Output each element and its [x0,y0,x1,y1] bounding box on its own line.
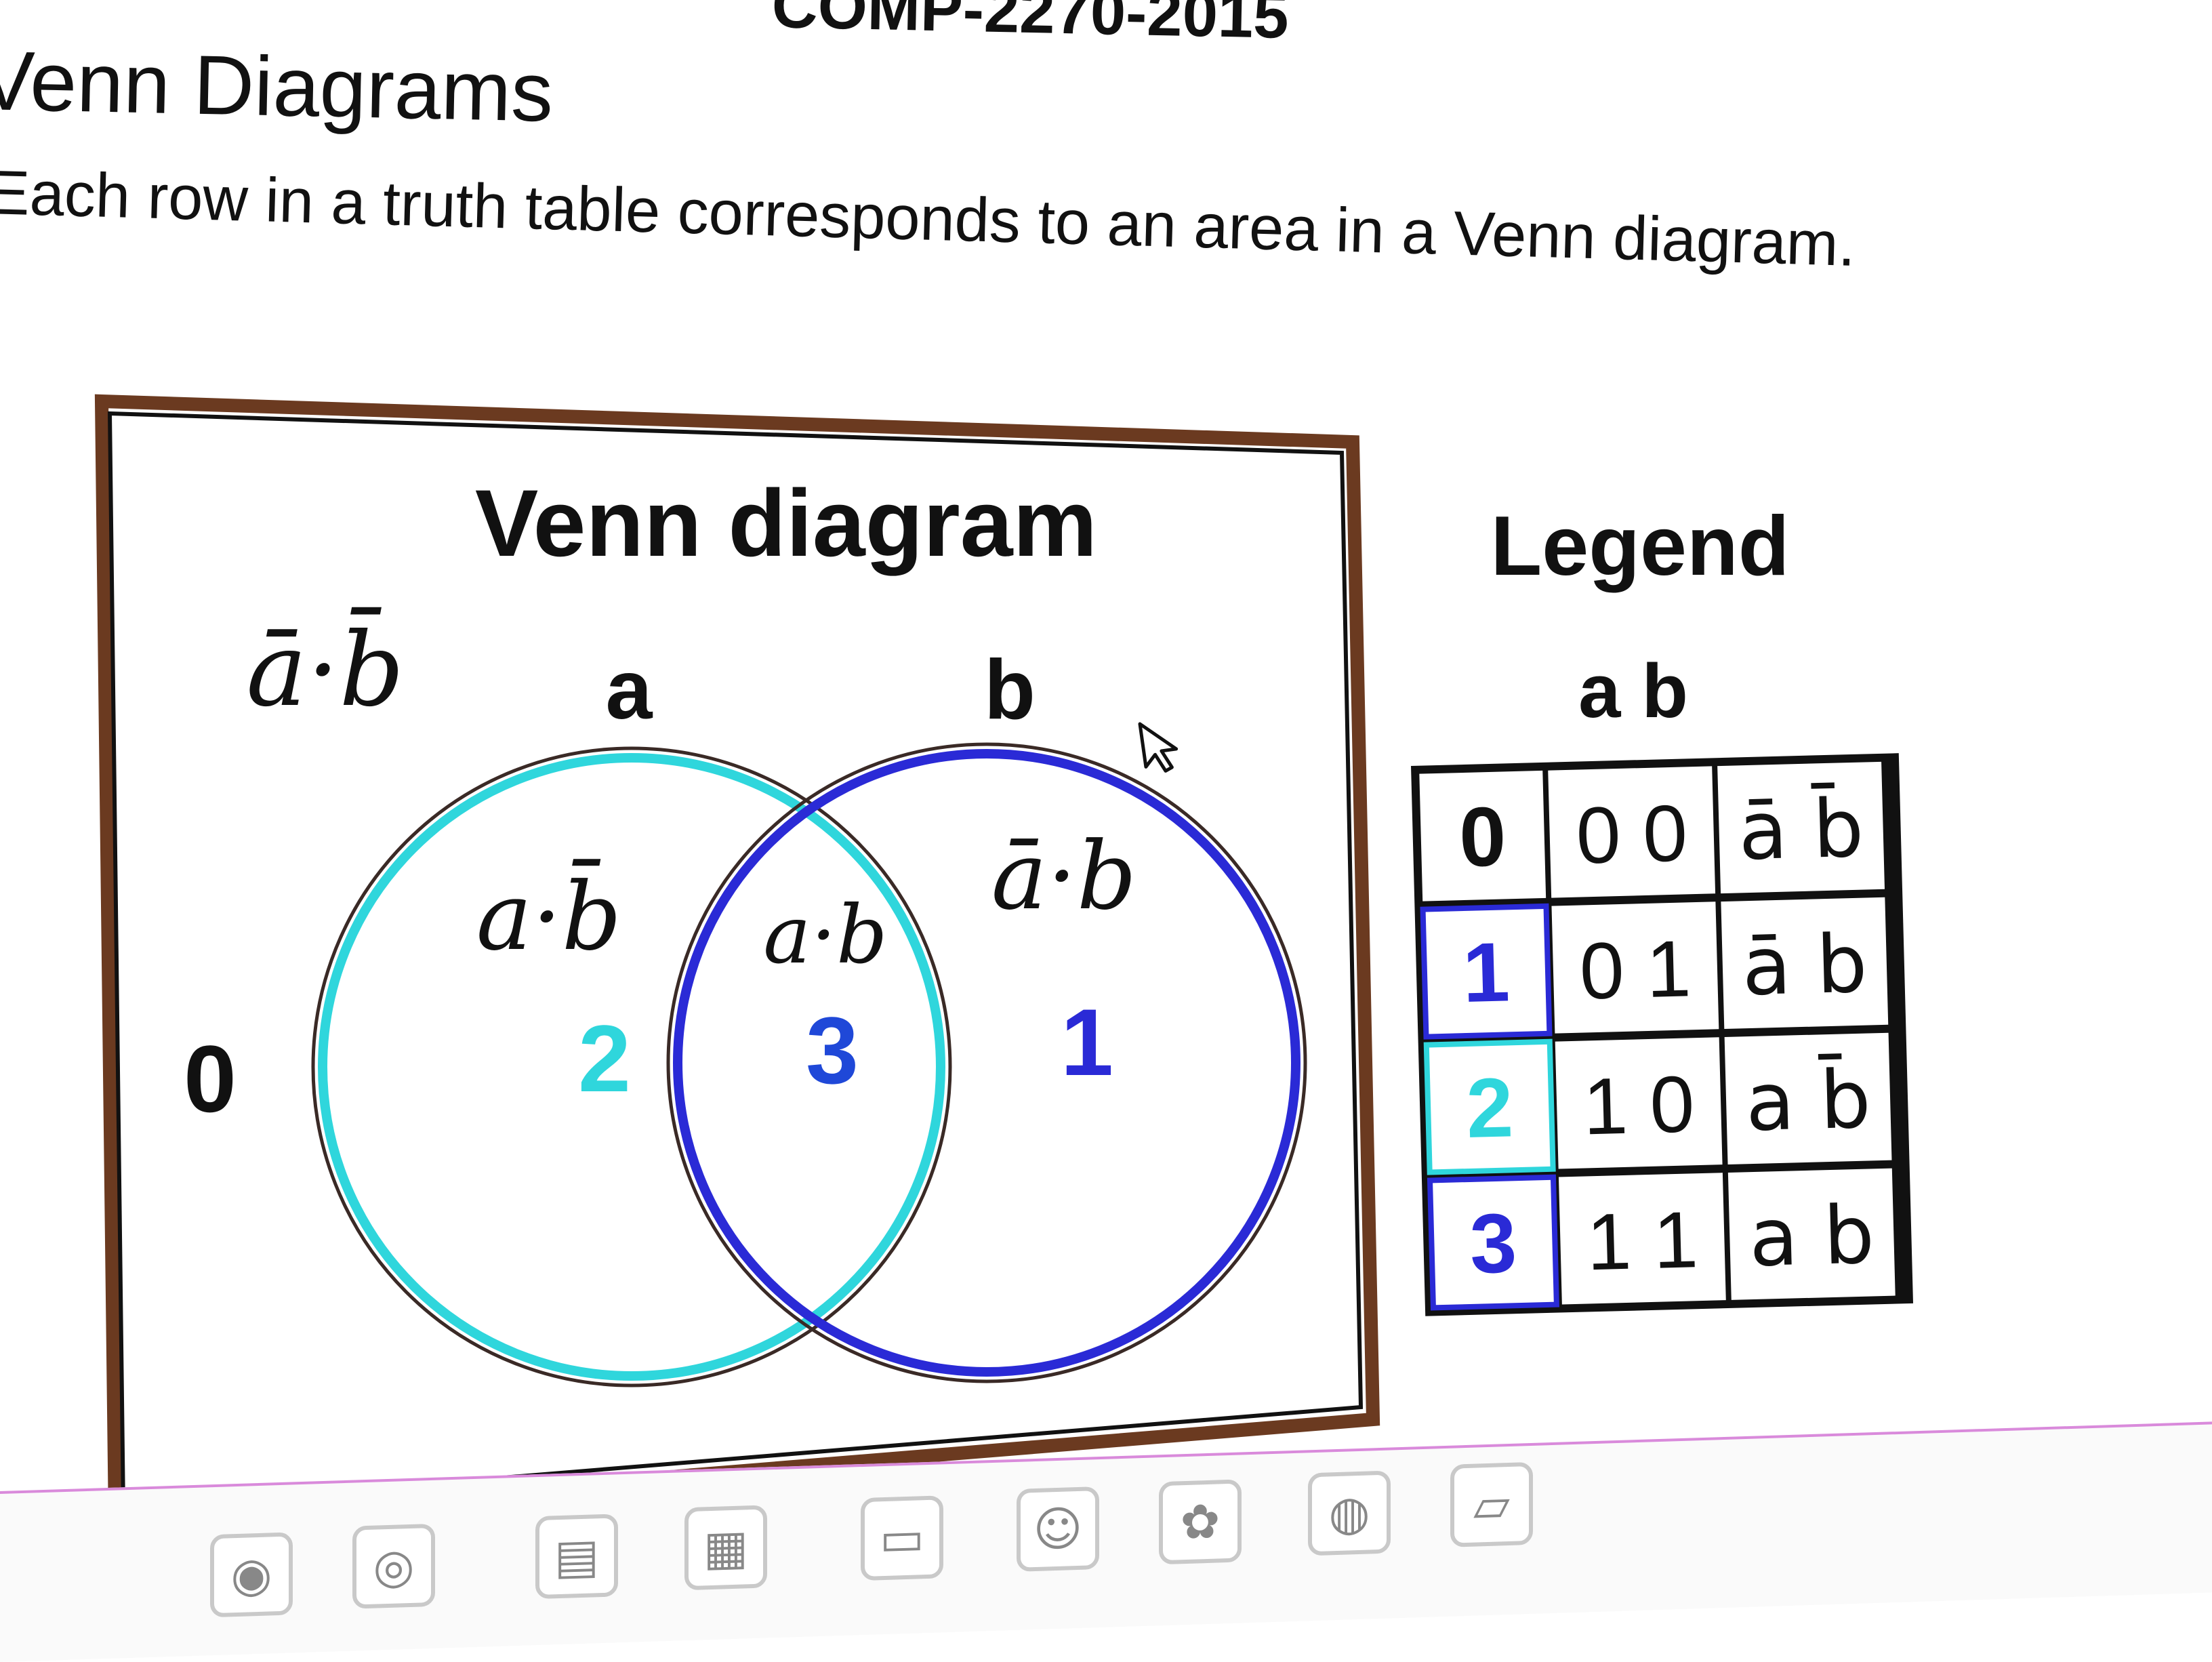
note-outside: ā·b̄ [246,607,404,729]
legend-bits-text: 1 0 [1582,1059,1696,1152]
drive-icon[interactable]: ▱ [1450,1461,1533,1547]
region-both-number: 3 [806,997,859,1103]
legend-term-text: ā b [1741,917,1868,1014]
venn-figure: Venn diagram a b 0 2 3 1 ā·b̄ a·b̄ a·b ā… [94,394,1914,1530]
region-a-only-number: 2 [578,1005,631,1112]
firefox-icon[interactable]: ◎ [352,1523,435,1609]
files-icon[interactable]: ▤ [535,1514,618,1600]
legend-bits-text: 0 0 [1575,788,1688,880]
set-b-label: b [984,643,1036,737]
chrome-icon[interactable]: ◉ [210,1532,293,1618]
legend-table: 0 0 0 ā b̄ 1 0 1 ā b 2 1 0 a b̄ 3 1 1 a b [1411,753,1914,1316]
note-both: a·b [763,888,887,981]
region-outside-number: 0 [184,1026,237,1132]
notes-icon[interactable]: ▦ [684,1505,767,1591]
legend-area-text: 0 [1458,790,1508,885]
legend-area-text: 2 [1465,1061,1515,1156]
legend-term-text: a b [1748,1188,1875,1284]
settings-icon[interactable]: ✿ [1159,1479,1242,1565]
photos-icon[interactable]: ◍ [1308,1470,1391,1556]
region-b-only-number: 1 [1061,989,1113,1095]
legend-area-text: 3 [1469,1196,1518,1291]
note-b-only: ā·b [991,822,1136,931]
legend-header: a b [1578,649,1688,733]
legend-term-text: ā b̄ [1738,782,1865,878]
user-icon[interactable]: ☺ [1017,1486,1099,1572]
venn-title: Venn diagram [475,470,1097,576]
legend-area-text: 1 [1462,925,1511,1020]
legend-title: Legend [1491,500,1790,593]
terminal-icon[interactable]: ▭ [861,1495,943,1581]
legend-term-text: a b̄ [1744,1052,1872,1149]
note-a-only: a·b̄ [476,858,621,971]
legend-bits-text: 1 1 [1586,1195,1699,1287]
legend-bits-text: 0 1 [1578,924,1692,1016]
set-a-label: a [606,643,653,737]
